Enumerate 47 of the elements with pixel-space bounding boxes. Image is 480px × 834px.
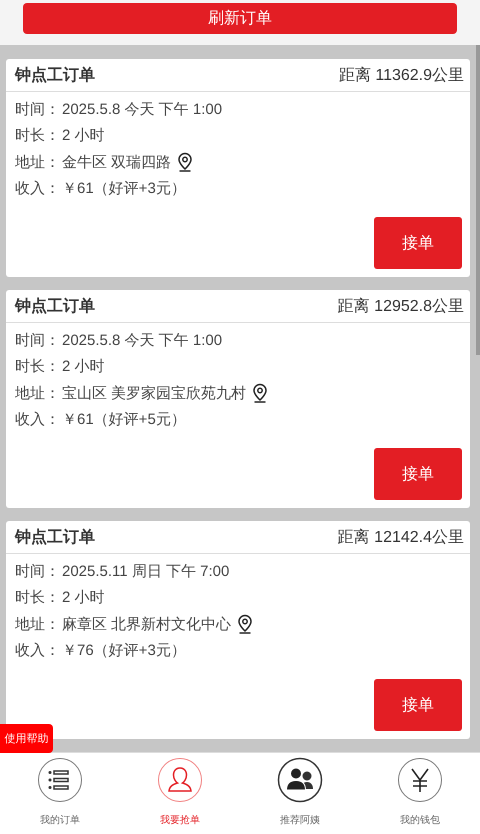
field-label: 时长： [15, 126, 60, 146]
field-label: 收入： [15, 641, 60, 660]
field-label: 时间： [15, 330, 60, 350]
distance-text: 距离 12142.4公里 [338, 528, 464, 548]
scrollbar[interactable] [476, 45, 480, 355]
field-value: 金牛区 双瑞四路 [62, 152, 172, 172]
nav-tab[interactable]: 我的订单 [0, 753, 120, 834]
field-label: 时长： [15, 588, 60, 608]
people-icon [277, 757, 323, 803]
field-label: 地址： [15, 384, 60, 403]
field-label: 地址： [15, 614, 60, 634]
field-label: 收入： [15, 179, 60, 198]
accept-order-button[interactable]: 接单 [374, 679, 462, 731]
field-value: 2 小时 [62, 126, 105, 146]
order-title: 钟点工订单 [15, 66, 95, 86]
location-pin-icon[interactable] [177, 152, 194, 172]
field-value: ￥76（好评+3元） [62, 641, 186, 660]
yen-icon [397, 757, 443, 803]
order-title: 钟点工订单 [15, 528, 95, 548]
field-value: 2025.5.8 今天 下午 1:00 [62, 100, 222, 119]
field-value: 2 小时 [62, 588, 105, 608]
help-button[interactable]: 使用帮助 [0, 724, 53, 753]
distance-text: 距离 11362.9公里 [338, 66, 464, 86]
field-label: 时间： [15, 562, 60, 581]
accept-order-button[interactable]: 接单 [374, 217, 462, 269]
field-value: 2025.5.11 周日 下午 7:00 [62, 562, 230, 581]
field-label: 时长： [15, 357, 60, 376]
field-label: 收入： [15, 410, 60, 430]
accept-order-button[interactable]: 接单 [374, 448, 462, 500]
distance-text: 距离 12952.8公里 [338, 296, 464, 316]
list-icon [37, 757, 83, 803]
field-value: 麻章区 北界新村文化中心 [62, 614, 232, 634]
user-icon [157, 757, 203, 803]
location-pin-icon[interactable] [252, 383, 268, 404]
order-title: 钟点工订单 [15, 296, 95, 316]
nav-tab[interactable]: 我要抢单 [120, 753, 240, 834]
refresh-button[interactable]: 刷新订单 [23, 3, 457, 34]
field-value: 2 小时 [62, 357, 105, 376]
field-value: ￥61（好评+3元） [62, 179, 186, 198]
field-value: 2025.5.8 今天 下午 1:00 [62, 330, 222, 350]
field-label: 时间： [15, 100, 60, 119]
field-value: 宝山区 美罗家园宝欣苑九村 [62, 384, 246, 403]
nav-tab[interactable]: 推荐阿姨 [240, 753, 360, 834]
nav-tab[interactable]: 我的钱包 [360, 753, 480, 834]
location-pin-icon[interactable] [237, 614, 254, 634]
field-label: 地址： [15, 152, 60, 172]
field-value: ￥61（好评+5元） [62, 410, 186, 430]
